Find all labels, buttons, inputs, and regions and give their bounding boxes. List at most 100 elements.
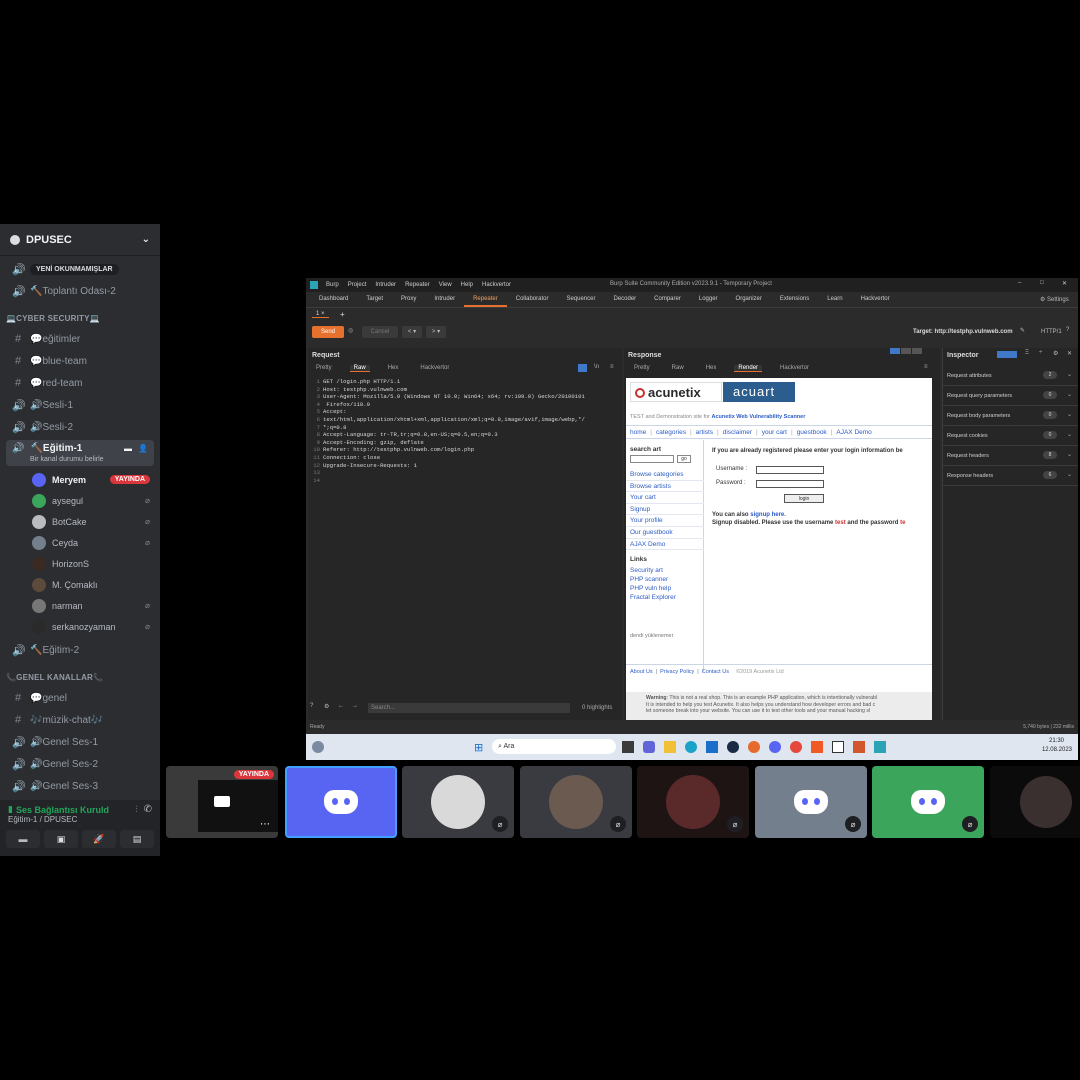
request-editor[interactable]: 1 GET /login.php HTTP/1.1 2 Host: testphp.v… [310,378,620,484]
side-link[interactable]: AJAX Demo [626,539,704,551]
tab-repeater-1[interactable]: 1 × [312,311,329,318]
add-user-icon[interactable]: 👤 [138,444,148,453]
channel-unread[interactable]: 🔊 YENİ OKUNMAMIŞLAR [0,258,160,280]
voice-user[interactable]: serkanozyaman ⌀ [0,616,160,637]
participant-tile[interactable]: ⌀ [402,766,514,838]
signup-link[interactable]: signup here. [750,512,786,518]
newline-icon[interactable]: \n [594,364,599,370]
menu-icon[interactable]: ≡ [924,364,928,370]
go-button[interactable]: go [677,455,691,463]
channel-toplanti[interactable]: 🔊 🔨Toplantı Odası-2 [0,280,160,302]
tab-learn[interactable]: Learn [818,292,851,307]
view-tab-raw[interactable]: Raw [668,365,688,372]
view-tab-hex[interactable]: Hex [702,365,721,372]
soundboard-button[interactable]: ▤ [120,830,154,848]
inspector-row[interactable]: Request body parameters 0 ⌄ [943,406,1078,426]
more-icon[interactable]: ⋯ [260,819,270,830]
nav-link[interactable]: home [630,429,646,436]
view-tab-pretty[interactable]: Pretty [630,365,654,372]
discord-icon[interactable] [769,741,781,753]
category-cyber[interactable]: 💻CYBER SECURITY💻 [0,308,160,328]
voice-status-title[interactable]: Ses Bağlantısı Kuruld [16,805,109,815]
nav-link[interactable]: disclaimer [723,429,752,436]
view-tab-hex[interactable]: Hex [384,365,403,372]
tab-collaborator[interactable]: Collaborator [507,292,558,307]
noise-suppression-icon[interactable]: ⫶ [135,804,137,815]
minimize-icon[interactable]: – [1018,280,1021,286]
channel-muzik-chat[interactable]: # 🎶müzik-chat🎶 [0,709,160,731]
tab-hackvertor[interactable]: Hackvertor [852,292,899,307]
tab-logger[interactable]: Logger [690,292,727,307]
tab-proxy[interactable]: Proxy [392,292,425,307]
view-tab-raw[interactable]: Raw [349,365,370,372]
chevron-down-icon[interactable]: ⌄ [142,234,150,245]
add-tab-icon[interactable]: + [340,310,345,319]
gear-icon[interactable]: ⚙ [1053,350,1058,357]
maximize-icon[interactable]: □ [1040,280,1044,286]
next-icon[interactable]: → [352,703,358,709]
login-button[interactable]: login [784,494,824,503]
external-link[interactable]: Fractal Explorer [630,593,676,602]
tab-extensions[interactable]: Extensions [771,292,818,307]
channel-egitim-2[interactable]: 🔊 🔨Eğitim-2 [0,639,160,661]
participant-tile[interactable]: ⌀ [520,766,632,838]
view-tab-hackvertor[interactable]: Hackvertor [416,365,453,372]
inspector-row[interactable]: Request headers 8 ⌄ [943,446,1078,466]
side-link[interactable]: Our guestbook [626,527,704,539]
channel-genel-ses-1[interactable]: 🔊 🔊Genel Ses-1 [0,731,160,753]
menu-item[interactable]: Burp [326,282,339,288]
tab-decoder[interactable]: Decoder [604,292,645,307]
nav-link[interactable]: your cart [762,429,787,436]
close-icon[interactable]: ✕ [1067,350,1072,357]
nav-link[interactable]: guestbook [797,429,827,436]
widgets-icon[interactable] [312,741,324,753]
channel-genel-ses-2[interactable]: 🔊 🔊Genel Ses-2 [0,753,160,775]
chat-app-icon[interactable] [643,741,655,753]
password-field[interactable] [756,480,824,488]
tab-sequencer[interactable]: Sequencer [557,292,604,307]
tab-target[interactable]: Target [357,292,392,307]
menu-icon[interactable]: ≡ [610,364,614,370]
help-icon[interactable]: ? [310,703,313,709]
file-explorer-icon[interactable] [664,741,676,753]
nav-link[interactable]: categories [656,429,686,436]
channel-genel[interactable]: # 💬genel [0,687,160,709]
prev-icon[interactable]: ← [338,703,344,709]
unread-pill[interactable]: YENİ OKUNMAMIŞLAR [30,263,119,275]
sort-icon[interactable]: Ξ [1025,350,1029,356]
menu-item[interactable]: Project [348,282,367,288]
participant-tile[interactable]: ⌀ [872,766,984,838]
channel-genel-ses-3[interactable]: 🔊 🔊Genel Ses-3 [0,775,160,797]
forward-button[interactable]: > ▾ [426,326,446,338]
participant-tile[interactable] [285,766,397,838]
tab-repeater[interactable]: Repeater [464,292,507,307]
brave-icon[interactable] [811,741,823,753]
channel-sesli-2[interactable]: 🔊 🔊Sesli-2 [0,416,160,438]
participant-tile[interactable]: ⌀ [637,766,749,838]
side-link[interactable]: Browse categories [626,469,704,481]
participant-tile[interactable] [990,766,1080,838]
menu-item[interactable]: View [439,282,452,288]
powerpoint-icon[interactable] [853,741,865,753]
help-icon[interactable]: ? [1066,327,1069,333]
edit-icon[interactable]: ✎ [1020,327,1025,334]
settings-button[interactable]: ⚙ Settings [1040,296,1069,303]
view-tab-pretty[interactable]: Pretty [312,365,336,372]
taskbar-time[interactable]: 21:30 [1049,738,1064,744]
channel-red-team[interactable]: # 💬red-team [0,372,160,394]
back-button[interactable]: < ▾ [402,326,422,338]
tab-dashboard[interactable]: Dashboard [310,292,357,307]
nav-link[interactable]: AJAX Demo [836,429,871,436]
dell-icon[interactable] [727,741,739,753]
external-link[interactable]: PHP vuln help [630,584,676,593]
send-button[interactable]: Send [312,326,344,338]
http-version[interactable]: HTTP/1 [1041,329,1062,335]
side-link[interactable]: Browse artists [626,481,704,493]
voice-user[interactable]: HorizonS [0,553,160,574]
footer-link[interactable]: About Us [630,669,653,675]
store-icon[interactable] [706,741,718,753]
chat-icon[interactable]: ▬ [124,444,132,453]
footer-link[interactable]: Privacy Policy [660,669,694,675]
channel-sesli-1[interactable]: 🔊 🔊Sesli-1 [0,394,160,416]
inspector-row[interactable]: Request query parameters 0 ⌄ [943,386,1078,406]
